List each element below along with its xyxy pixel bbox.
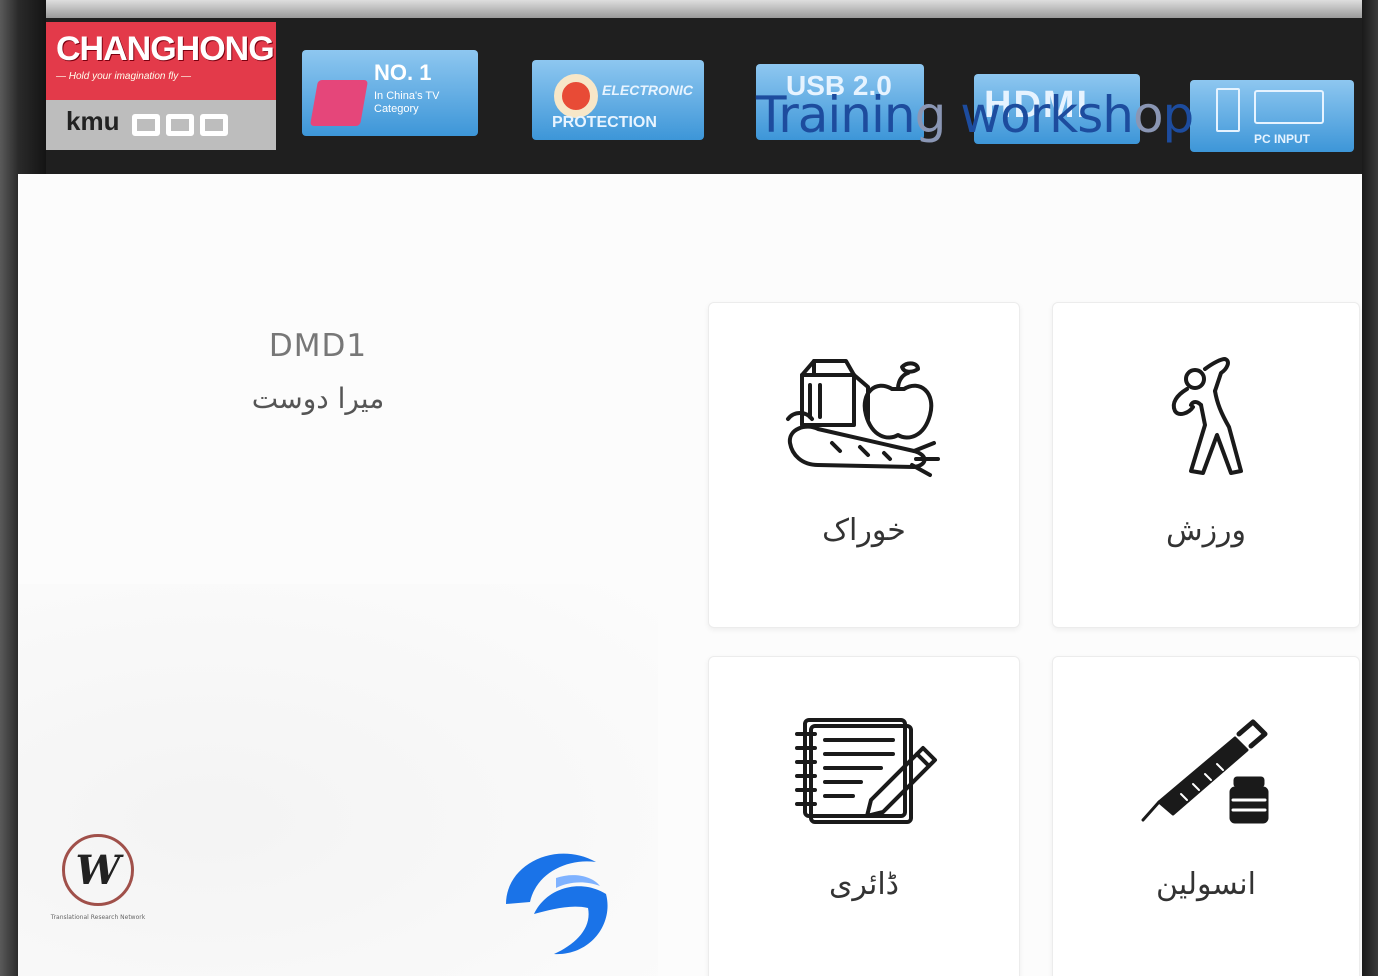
overlay-caption: Training workshop: [756, 86, 1195, 144]
caption-part: Trainin: [756, 86, 916, 144]
brand-mark: kmu: [66, 106, 120, 136]
no1-text: In China's TV Category: [374, 90, 440, 115]
monitor-bezel-right: [1362, 0, 1378, 976]
monitor-bezel-top: [0, 0, 1378, 18]
food-icon: [784, 355, 944, 479]
pc-input-sticker: PC INPUT: [1190, 80, 1354, 152]
brand-tagline: — Hold your imagination fly —: [56, 71, 192, 82]
pc-tower-icon: [1216, 88, 1240, 132]
tile-diary-label: ڈائری: [828, 867, 900, 902]
caption-part-faded: g: [914, 86, 961, 144]
user-block: DMD1 میرا دوست: [188, 328, 448, 415]
monitor-icon: [1254, 90, 1324, 124]
app-logo-icon: [496, 844, 616, 960]
diary-icon: [789, 709, 939, 833]
photo-stage: CHANGHONG — Hold your imagination fly — …: [0, 0, 1378, 976]
brand-name: CHANGHONG: [56, 30, 275, 68]
electronic-title: ELECTRONIC: [602, 82, 693, 98]
tile-insulin-label: انسولین: [1156, 867, 1256, 902]
tile-insulin[interactable]: انسولین: [1052, 656, 1360, 976]
electronic-bottom: PROTECTION: [552, 114, 657, 131]
partner-logo-caption: Translational Research Network: [50, 914, 146, 921]
no1-title: NO. 1: [374, 60, 432, 85]
pc-input-label: PC INPUT: [1254, 132, 1311, 146]
tile-food[interactable]: خوراک: [708, 302, 1020, 628]
badge-icon: [309, 80, 369, 126]
tile-exercise[interactable]: ورزش: [1052, 302, 1360, 628]
caption-part: worksh: [960, 86, 1134, 144]
brand-sticker: CHANGHONG — Hold your imagination fly — …: [46, 22, 276, 150]
led-logo-icon: [132, 114, 228, 136]
app-screen: DMD1 میرا دوست خوراک ورزش ڈائری انسولین …: [18, 174, 1362, 976]
power-ring-icon: [554, 74, 598, 118]
caption-part: p: [1162, 86, 1195, 144]
w-logo-icon: W: [62, 834, 134, 906]
no1-sticker: NO. 1 In China's TV Category: [302, 50, 478, 136]
w-logo-letter: W: [75, 846, 121, 894]
caption-part-faded: o: [1132, 86, 1164, 144]
user-name: DMD1: [268, 328, 368, 364]
partner-logo: W Translational Research Network: [38, 834, 158, 922]
tile-food-label: خوراک: [822, 513, 906, 548]
exercise-icon: [1161, 355, 1251, 479]
tile-exercise-label: ورزش: [1165, 513, 1247, 548]
tile-diary[interactable]: ڈائری: [708, 656, 1020, 976]
insulin-icon: [1141, 709, 1271, 833]
user-subtitle: میرا دوست: [251, 382, 385, 415]
electronic-protection-sticker: ELECTRONIC PROTECTION: [532, 60, 704, 140]
